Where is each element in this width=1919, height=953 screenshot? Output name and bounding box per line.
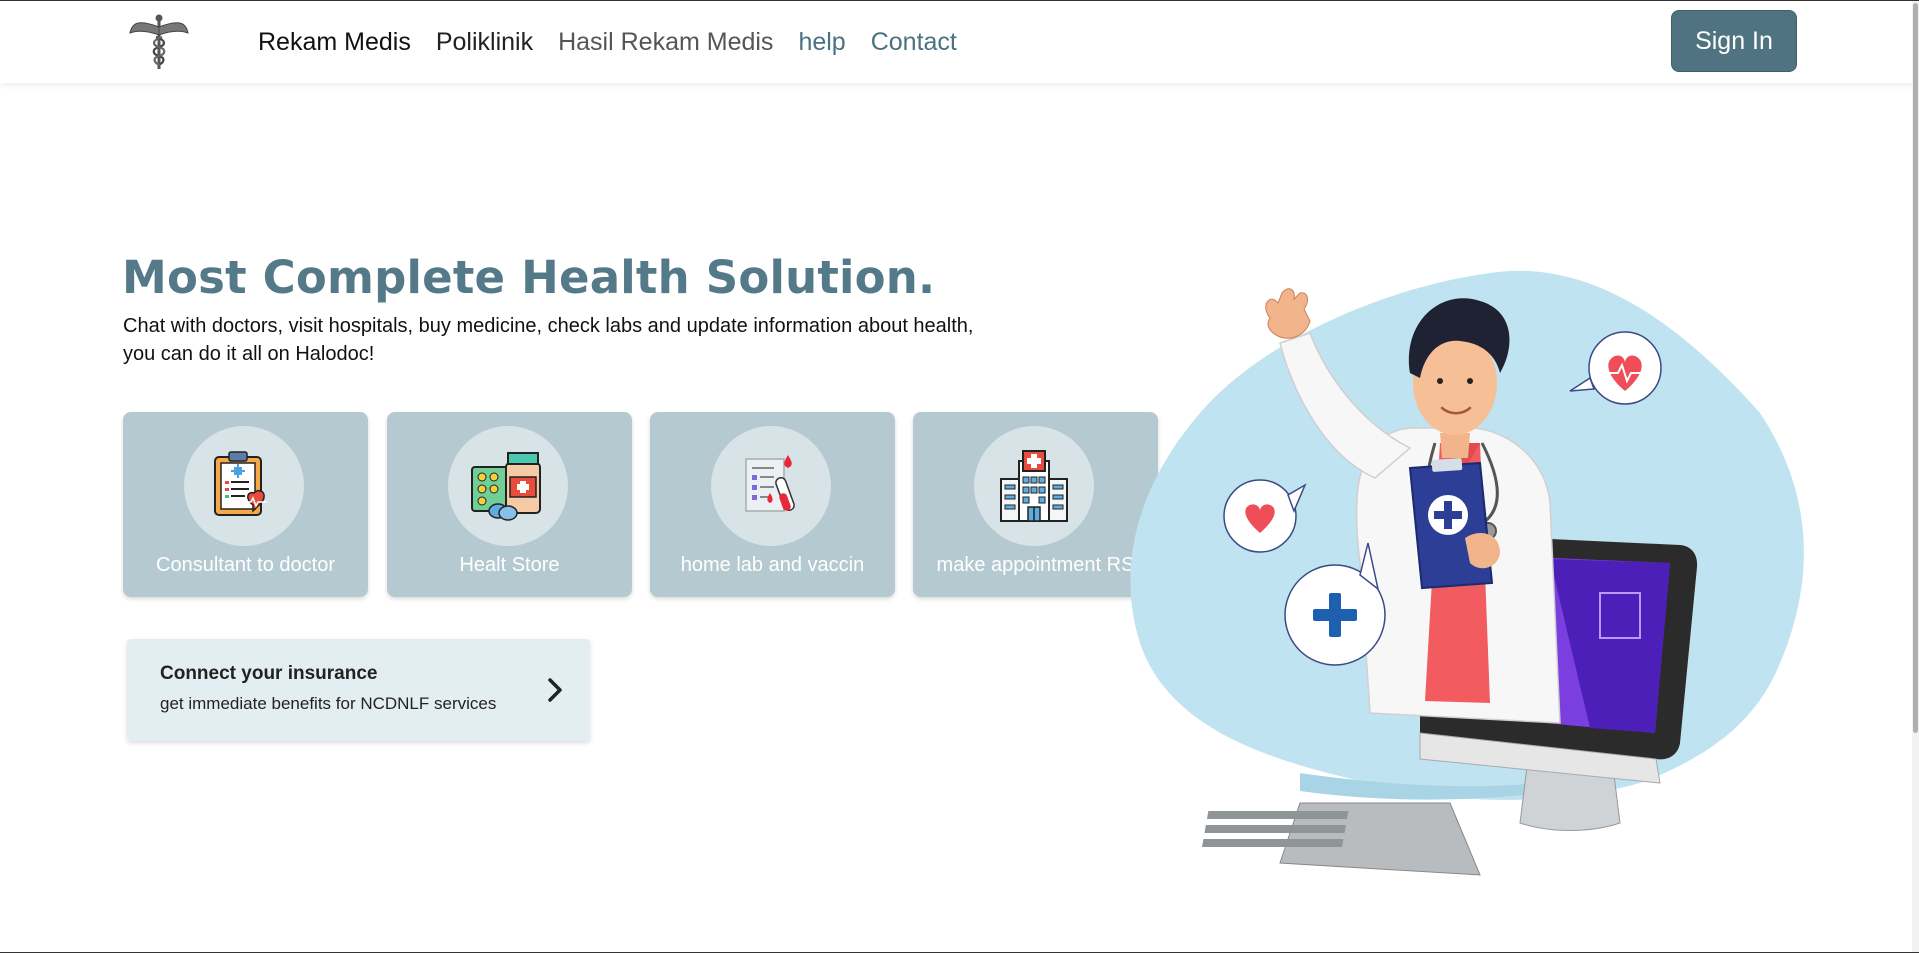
hero-description: Chat with doctors, visit hospitals, buy …	[123, 315, 974, 365]
hospital-icon	[974, 426, 1094, 546]
caduceus-logo-icon[interactable]	[126, 13, 192, 71]
lab-test-icon	[711, 426, 831, 546]
nav-rekam-medis[interactable]: Rekam Medis	[258, 28, 411, 57]
nav-help[interactable]: help	[798, 28, 845, 57]
chevron-right-icon	[548, 678, 562, 702]
main-nav: Rekam Medis Poliklinik Hasil Rekam Medis…	[258, 1, 982, 83]
service-label: Consultant to doctor	[156, 554, 335, 576]
service-label: Healt Store	[459, 554, 560, 576]
connect-insurance-card[interactable]: Connect your insurance get immediate ben…	[127, 639, 590, 741]
insurance-title: Connect your insurance	[160, 663, 378, 684]
nav-contact[interactable]: Contact	[871, 28, 957, 57]
medicine-store-icon	[448, 426, 568, 546]
service-card-consultant[interactable]: Consultant to doctor	[123, 412, 368, 597]
top-navbar: Rekam Medis Poliklinik Hasil Rekam Medis…	[0, 1, 1919, 83]
service-label: home lab and vaccin	[680, 554, 865, 576]
medical-clipboard-icon	[184, 426, 304, 546]
sign-in-button[interactable]: Sign In	[1671, 10, 1797, 72]
nav-poliklinik[interactable]: Poliklinik	[436, 28, 533, 57]
vertical-scrollbar-thumb[interactable]	[1913, 3, 1918, 733]
insurance-subtitle: get immediate benefits for NCDNLF servic…	[160, 694, 497, 713]
hero-title: Most Complete Health Solution.	[122, 251, 936, 304]
service-card-health-store[interactable]: Healt Store	[387, 412, 632, 597]
service-card-home-lab[interactable]: home lab and vaccin	[650, 412, 895, 597]
nav-hasil-rekam-medis[interactable]: Hasil Rekam Medis	[558, 28, 773, 57]
doctor-on-computer-illustration	[1130, 270, 1804, 876]
